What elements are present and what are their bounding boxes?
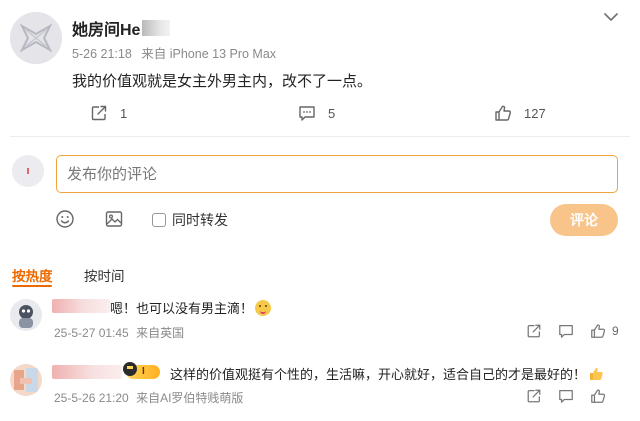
like-count: 127 [524,105,546,121]
reply-text: 这样的价值观挺有个性的，生活嘛，开心就好，适合自己的才是最好的！ [170,367,587,382]
repost-button[interactable]: 1 [90,104,127,122]
sort-by-hot-tab[interactable]: 按热度 [12,265,53,285]
reply-comment-icon[interactable] [558,388,574,404]
reply-meta: 25-5-26 21:20 来自AI罗伯特贱萌版 [54,389,247,406]
also-repost-label: 同时转发 [172,212,228,228]
comment-input[interactable] [56,155,618,193]
reply-meta: 25-5-27 01:45 来自英国 [54,324,188,341]
repost-count: 1 [120,105,128,121]
reply-repost-icon[interactable] [526,323,542,339]
thumb-up-icon [495,105,511,121]
member-badge-level: I [142,366,145,377]
like-button[interactable]: 127 [494,104,546,122]
thumbs-up-emoji-icon [590,367,603,380]
reply-author-redaction [52,365,122,379]
active-tab-indicator [12,285,52,287]
member-badge[interactable]: I [123,362,160,379]
reply-text-row: 嗯！也可以没有男主滴！ [110,298,272,317]
post-date[interactable]: 5-26 21:18 [72,47,132,61]
chevron-down-icon[interactable] [602,10,620,24]
reply-thumb-up-icon[interactable] [590,388,606,404]
post-content: 我的价值观就是女主外男主内，改不了一点。 [72,73,373,90]
comment-icon [299,106,315,121]
reply-source: 来自英国 [136,326,185,340]
reply-text: 嗯！也可以没有男主滴！ [110,301,254,316]
reply-thumb-up-icon[interactable] [590,323,606,339]
author-name-redaction [142,20,171,36]
share-icon [91,105,107,121]
reply-author-redaction [52,299,110,313]
also-repost-checkbox[interactable] [152,213,166,227]
reply-like-count: 9 [612,324,619,338]
divider [10,136,630,137]
reply-avatar[interactable] [10,299,42,331]
reply-text-row: 这样的价值观挺有个性的，生活嘛，开心就好，适合自己的才是最好的！ [170,364,604,383]
submit-comment-button[interactable]: 评论 [550,204,618,236]
emoji-icon[interactable] [55,209,75,229]
also-repost-option[interactable]: 同时转发 [152,210,228,230]
reply-source: 来自AI罗伯特贱萌版 [136,391,244,405]
comment-count: 5 [328,105,336,121]
post-meta: 5-26 21:18 来自 iPhone 13 Pro Max [72,43,282,62]
reply-repost-icon[interactable] [526,388,542,404]
reply-date: 25-5-26 21:20 [54,391,129,405]
sort-by-time-tab[interactable]: 按时间 [84,265,125,285]
post-source: 来自 iPhone 13 Pro Max [141,47,277,61]
reply-date: 25-5-27 01:45 [54,326,129,340]
post-author-avatar[interactable] [10,12,62,64]
laughing-emoji-icon [255,300,272,316]
reply-avatar[interactable] [10,364,42,396]
post-author-name-text[interactable]: 她房间He [72,16,140,40]
post-author-name[interactable]: 她房间He [72,16,171,40]
current-user-avatar [12,155,44,187]
comment-button[interactable]: 5 [298,104,335,122]
image-icon[interactable] [104,209,124,229]
reply-comment-icon[interactable] [558,323,574,339]
